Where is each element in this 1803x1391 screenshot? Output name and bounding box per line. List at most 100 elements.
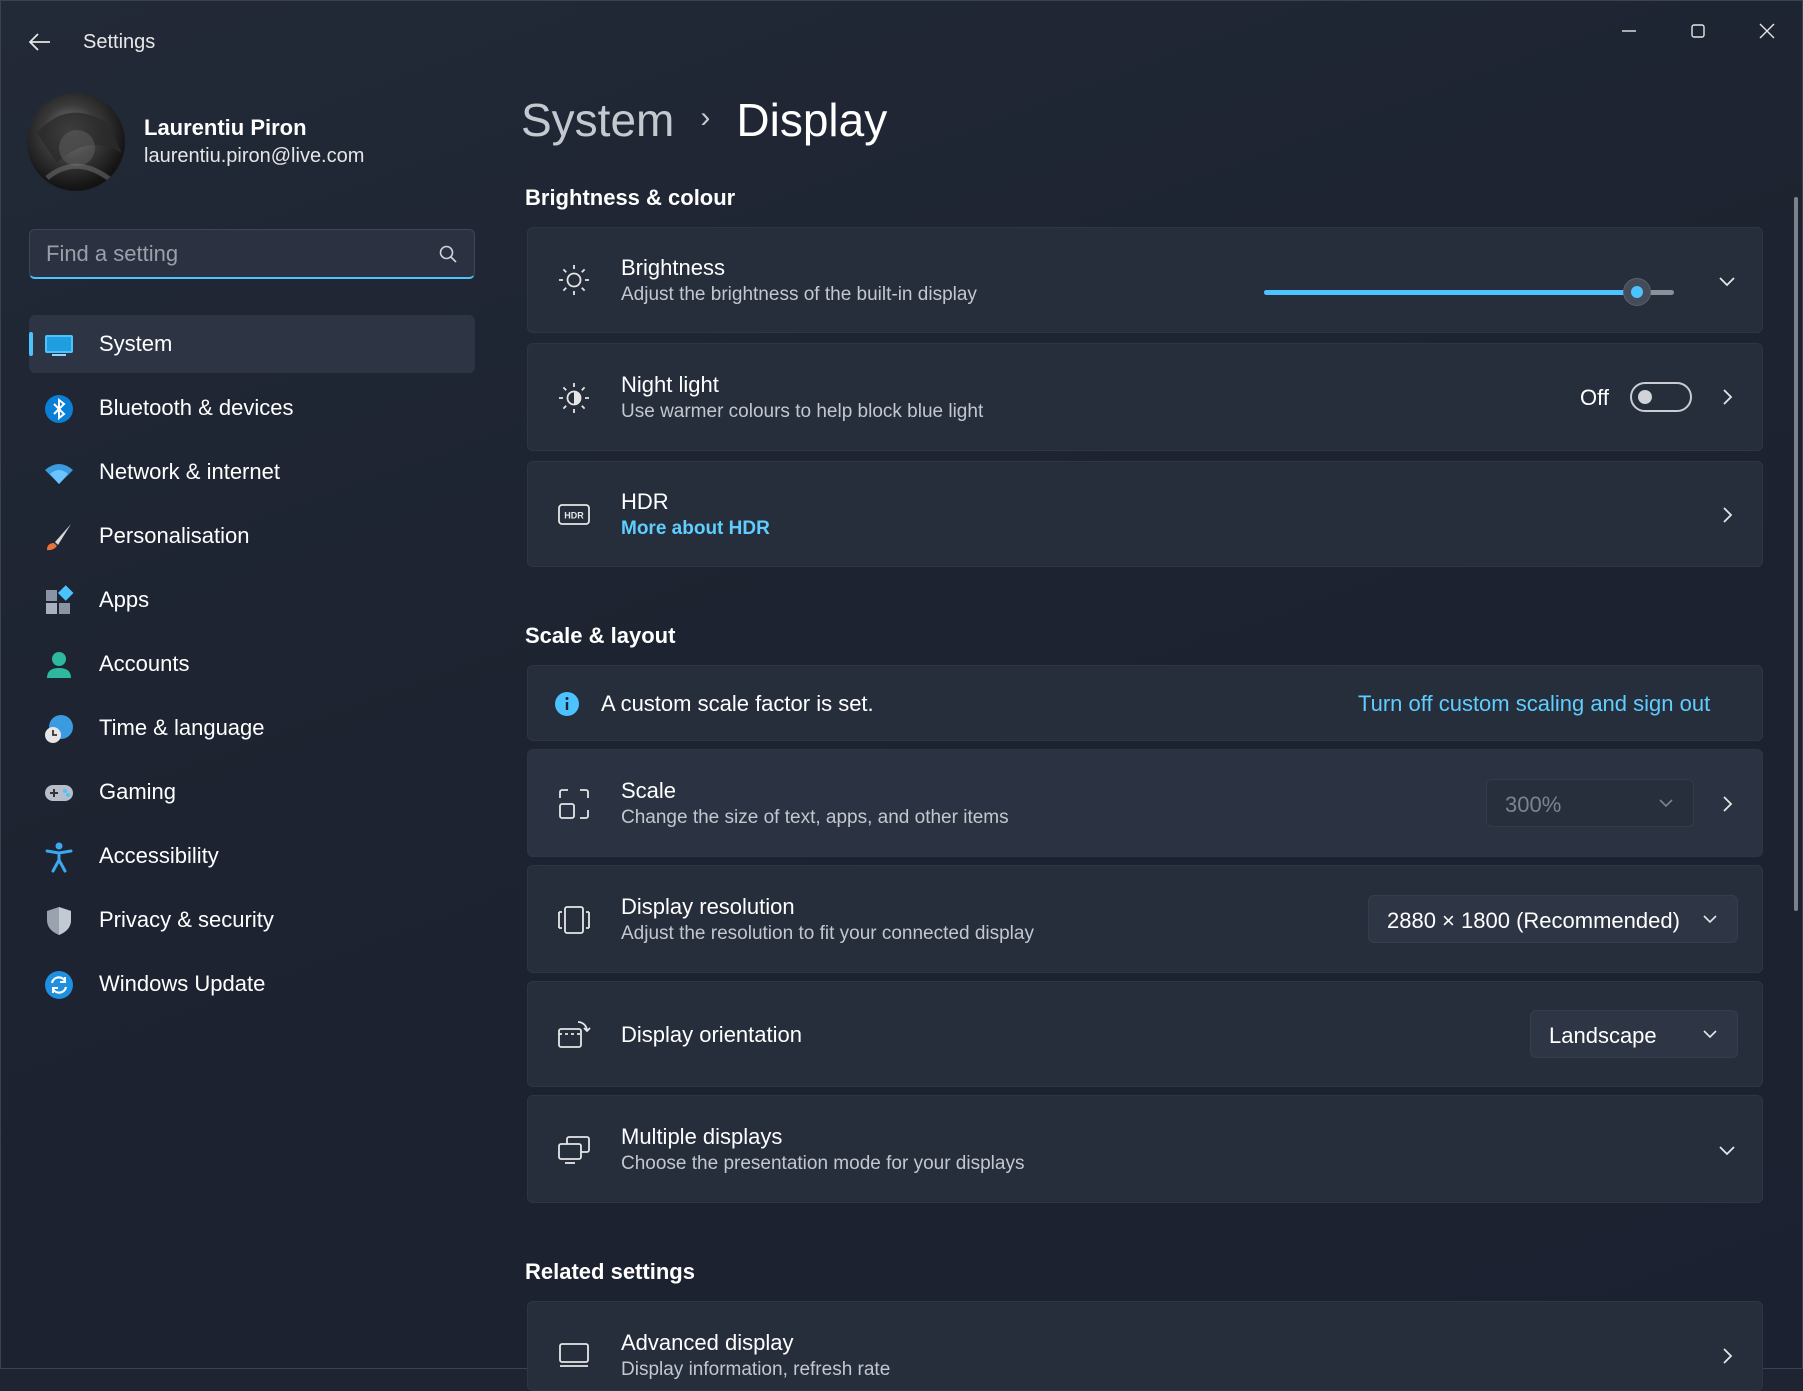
custom-scale-info-bar: A custom scale factor is set. Turn off c… — [527, 665, 1763, 741]
display-orientation-title: Display orientation — [621, 1022, 802, 1047]
sidebar-item-label: Time & language — [99, 715, 265, 740]
sidebar-item-network[interactable]: Network & internet — [29, 443, 475, 501]
system-icon — [45, 335, 73, 356]
hdr-title: HDR — [621, 489, 669, 514]
back-button[interactable] — [21, 23, 59, 61]
profile-email: laurentiu.piron@live.com — [144, 145, 365, 167]
sidebar-item-label: Apps — [99, 587, 150, 612]
sidebar-item-accounts[interactable]: Accounts — [29, 635, 475, 693]
sidebar-item-label: Windows Update — [99, 971, 266, 996]
sidebar-item-gaming[interactable]: Gaming — [29, 763, 475, 821]
app-title: Settings — [83, 31, 156, 53]
globe-clock-icon — [45, 715, 73, 743]
sidebar-item-time-language[interactable]: Time & language — [29, 699, 475, 757]
scale-subtitle: Change the size of text, apps, and other… — [621, 807, 1009, 828]
chevron-right-icon — [1723, 389, 1733, 405]
minimize-icon — [1622, 30, 1636, 32]
brightness-subtitle: Adjust the brightness of the built-in di… — [621, 284, 977, 305]
sidebar-item-label: Accessibility — [99, 843, 219, 868]
sidebar-item-bluetooth[interactable]: Bluetooth & devices — [29, 379, 475, 437]
night-light-state-label: Off — [1580, 385, 1609, 410]
shield-icon — [47, 907, 71, 935]
hdr-card[interactable]: HDR HDR More about HDR — [527, 461, 1763, 567]
search-icon — [439, 245, 457, 263]
display-resolution-card: Display resolution Adjust the resolution… — [527, 865, 1763, 973]
display-orientation-dropdown[interactable]: Landscape — [1530, 1010, 1738, 1058]
chevron-right-icon — [1723, 1348, 1733, 1364]
chevron-down-icon — [1719, 1146, 1735, 1156]
display-orientation-card: Display orientation Landscape — [527, 981, 1763, 1087]
multiple-displays-icon — [558, 1136, 590, 1164]
scale-dropdown-value: 300% — [1505, 792, 1562, 817]
brightness-slider[interactable] — [1264, 278, 1674, 308]
multiple-displays-title: Multiple displays — [621, 1124, 783, 1149]
close-button[interactable] — [1737, 11, 1797, 51]
page-title: Display — [736, 94, 888, 146]
scrollbar[interactable] — [1794, 197, 1798, 911]
slider-fill — [1264, 290, 1638, 295]
wifi-icon — [45, 464, 73, 484]
settings-window: Settings Laurentiu Piron laurentiu.piron… — [0, 0, 1803, 1391]
sidebar-item-label: Accounts — [99, 651, 190, 676]
user-profile[interactable]: Laurentiu Piron laurentiu.piron@live.com — [27, 93, 467, 193]
breadcrumb-separator: › — [700, 100, 711, 134]
multiple-displays-subtitle: Choose the presentation mode for your di… — [621, 1153, 1025, 1174]
scale-dropdown[interactable]: 300% — [1486, 779, 1694, 827]
active-indicator — [29, 332, 33, 356]
multiple-displays-card[interactable]: Multiple displays Choose the presentatio… — [527, 1095, 1763, 1203]
search-box[interactable] — [29, 229, 475, 279]
section-title-scale-layout: Scale & layout — [525, 623, 676, 648]
sidebar-item-label: Gaming — [99, 779, 177, 804]
breadcrumb: System › Display — [521, 93, 887, 153]
sidebar-item-label: Privacy & security — [99, 907, 274, 932]
display-resolution-subtitle: Adjust the resolution to fit your connec… — [621, 923, 1034, 944]
chevron-right-icon — [1723, 796, 1733, 812]
sidebar-item-personalisation[interactable]: Personalisation — [29, 507, 475, 565]
update-icon — [45, 971, 73, 999]
sidebar-item-accessibility[interactable]: Accessibility — [29, 827, 475, 885]
chevron-down-icon[interactable] — [1716, 270, 1738, 292]
sidebar-item-windows-update[interactable]: Windows Update — [29, 955, 475, 1013]
turn-off-custom-scaling-link[interactable]: Turn off custom scaling and sign out — [1358, 691, 1710, 717]
sun-icon — [559, 265, 589, 295]
chevron-right-icon — [1723, 507, 1733, 523]
scale-title: Scale — [621, 778, 677, 803]
section-title-brightness: Brightness & colour — [525, 185, 736, 210]
section-title-related-settings: Related settings — [525, 1259, 695, 1284]
sidebar-nav: System Bluetooth & devices Network & int… — [29, 315, 475, 1019]
sidebar-item-apps[interactable]: Apps — [29, 571, 475, 629]
accessibility-icon — [45, 842, 73, 873]
toggle-knob — [1638, 390, 1652, 404]
avatar — [27, 93, 125, 191]
advanced-display-title: Advanced display — [621, 1330, 794, 1355]
night-light-toggle[interactable] — [1630, 382, 1692, 412]
gamepad-icon — [45, 785, 73, 801]
brightness-card: Brightness Adjust the brightness of the … — [527, 227, 1763, 333]
sidebar-item-privacy[interactable]: Privacy & security — [29, 891, 475, 949]
advanced-display-subtitle: Display information, refresh rate — [621, 1359, 891, 1380]
info-icon — [555, 692, 579, 716]
display-resolution-title: Display resolution — [621, 894, 795, 919]
resolution-icon — [558, 906, 590, 934]
maximize-button[interactable] — [1668, 11, 1728, 51]
sidebar-item-system[interactable]: System — [29, 315, 475, 373]
sidebar-item-label: Bluetooth & devices — [99, 395, 294, 420]
night-light-icon — [559, 383, 589, 413]
scale-icon — [559, 789, 589, 819]
custom-scale-message: A custom scale factor is set. — [601, 691, 874, 716]
hdr-more-link[interactable]: More about HDR — [621, 518, 770, 540]
person-icon — [47, 652, 71, 678]
breadcrumb-parent[interactable]: System — [521, 94, 674, 146]
apps-icon — [46, 585, 74, 614]
sidebar-item-label: Network & internet — [99, 459, 280, 484]
scale-card[interactable]: Scale Change the size of text, apps, and… — [527, 749, 1763, 857]
slider-thumb[interactable] — [1623, 278, 1652, 306]
title-bar: Settings — [1, 1, 1802, 81]
night-light-card[interactable]: Night light Use warmer colours to help b… — [527, 343, 1763, 451]
display-resolution-dropdown[interactable]: 2880 × 1800 (Recommended) — [1368, 895, 1738, 943]
display-orientation-value: Landscape — [1549, 1023, 1657, 1048]
advanced-display-card[interactable]: Advanced display Display information, re… — [527, 1301, 1763, 1391]
search-input[interactable] — [44, 230, 418, 278]
orientation-icon — [558, 1021, 591, 1048]
minimize-button[interactable] — [1599, 11, 1659, 51]
